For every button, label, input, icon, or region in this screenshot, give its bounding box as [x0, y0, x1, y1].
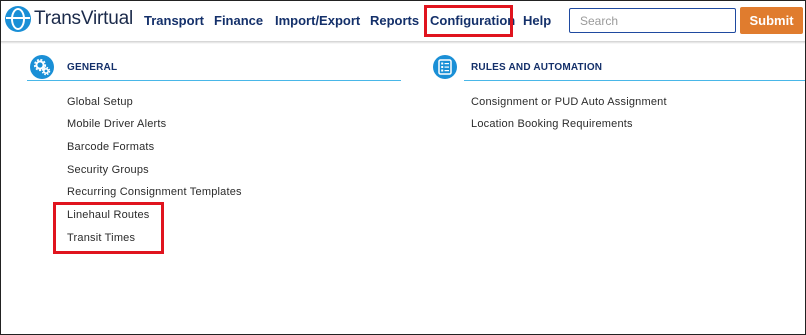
search-input[interactable]: [569, 8, 736, 33]
link-mobile-driver-alerts[interactable]: Mobile Driver Alerts: [67, 118, 166, 130]
section-divider-rules: [464, 80, 805, 81]
section-divider-general: [27, 80, 401, 81]
checklist-icon: [433, 55, 457, 79]
link-global-setup[interactable]: Global Setup: [67, 96, 133, 108]
header-shadow: [1, 41, 805, 44]
link-location-booking-requirements[interactable]: Location Booking Requirements: [471, 118, 633, 130]
nav-transport[interactable]: Transport: [144, 13, 204, 28]
gears-icon: [30, 55, 54, 79]
link-recurring-consignment-templates[interactable]: Recurring Consignment Templates: [67, 186, 242, 198]
top-navigation-bar: TransVirtual Transport Finance Import/Ex…: [1, 1, 805, 41]
globe-logo-icon: [5, 6, 31, 32]
nav-finance[interactable]: Finance: [214, 13, 263, 28]
link-barcode-formats[interactable]: Barcode Formats: [67, 141, 154, 153]
nav-import-export[interactable]: Import/Export: [275, 13, 360, 28]
link-security-groups[interactable]: Security Groups: [67, 164, 149, 176]
links-highlight-box: [53, 202, 164, 254]
section-title-rules-automation: RULES AND AUTOMATION: [471, 62, 603, 73]
section-title-general: GENERAL: [67, 62, 118, 73]
nav-help[interactable]: Help: [523, 13, 551, 28]
submit-button[interactable]: Submit: [740, 7, 803, 34]
transvirtual-logo[interactable]: TransVirtual: [5, 6, 133, 32]
link-consignment-pud-auto-assignment[interactable]: Consignment or PUD Auto Assignment: [471, 96, 667, 108]
configuration-menu-screenshot: TransVirtual Transport Finance Import/Ex…: [0, 0, 806, 335]
configuration-highlight-box: [424, 5, 513, 37]
brand-name: TransVirtual: [34, 8, 133, 29]
nav-reports[interactable]: Reports: [370, 13, 419, 28]
